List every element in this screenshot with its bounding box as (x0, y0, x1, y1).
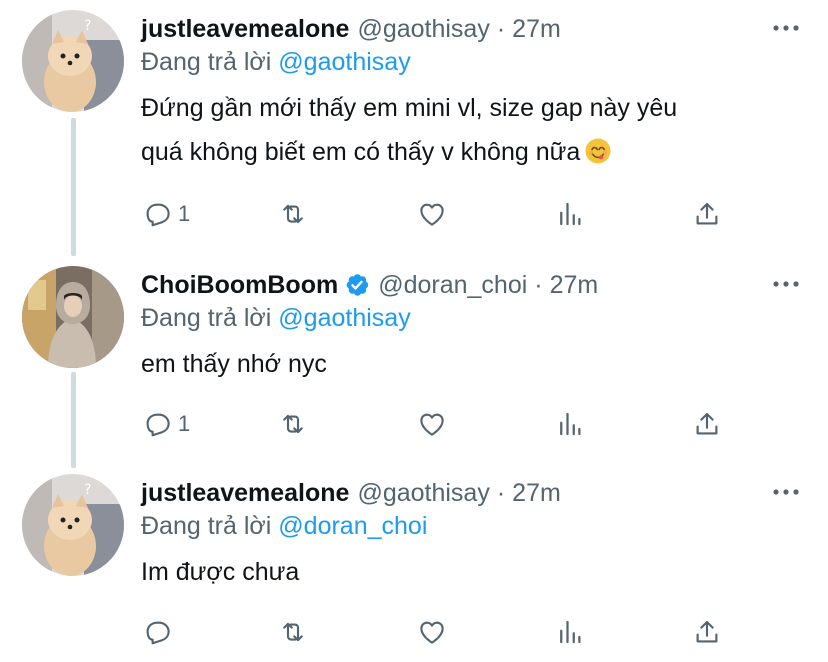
replying-prefix: Đang trả lời (141, 512, 272, 540)
more-options-button[interactable] (772, 478, 800, 506)
pomeranian-dog-avatar: ? (22, 474, 124, 576)
tweet-text-line: Im được chưa (141, 558, 300, 586)
replying-mention[interactable]: @doran_choi (278, 512, 427, 540)
replying-prefix: Đang trả lời (141, 48, 272, 76)
views-button[interactable] (555, 404, 585, 444)
retweet-button[interactable] (278, 612, 308, 652)
display-name[interactable]: justleavemealone (141, 479, 349, 508)
reply-button[interactable]: 1 (142, 404, 190, 444)
retweet-icon (278, 617, 308, 647)
heart-icon (417, 617, 447, 647)
share-upload-icon (692, 199, 722, 229)
svg-text:?: ? (84, 18, 91, 34)
user-handle[interactable]: @gaothisay (357, 15, 489, 44)
retweet-icon (278, 199, 308, 229)
share-button[interactable] (692, 194, 722, 234)
tweet-text-line: Đứng gần mới thấy em mini vl, size gap n… (141, 94, 678, 122)
pomeranian-dog-avatar: ? (22, 10, 124, 112)
separator-dot: · (496, 14, 506, 43)
retweet-button[interactable] (278, 194, 308, 234)
display-name[interactable]: ChoiBoomBoom (141, 271, 338, 300)
user-handle[interactable]: @gaothisay (357, 479, 489, 508)
share-upload-icon (692, 617, 722, 647)
tweet-text-line-2: quá không biết em có thấy v không nữa (141, 130, 791, 174)
reply-count: 1 (178, 411, 191, 436)
display-name[interactable]: justleavemealone (141, 15, 349, 44)
reply-bubble-icon (142, 199, 172, 229)
timestamp[interactable]: 27m (512, 479, 561, 508)
yum-face-emoji (585, 138, 611, 164)
heart-icon (417, 409, 447, 439)
replying-to: Đang trả lời @doran_choi (141, 512, 427, 541)
avatar[interactable]: ? (22, 10, 124, 112)
more-options-button[interactable] (772, 270, 800, 298)
tweet-text-line: quá không biết em có thấy v không nữa (141, 138, 581, 166)
tweet-text-line: em thấy nhớ nyc (141, 350, 327, 378)
views-bar-chart-icon (555, 409, 585, 439)
more-horizontal-icon (773, 489, 799, 495)
share-button[interactable] (692, 404, 722, 444)
tweet-header: justleavemealone @gaothisay · 27m (141, 12, 768, 46)
tweet-actions: 1 (0, 194, 828, 234)
replying-to: Đang trả lời @gaothisay (141, 48, 411, 77)
timestamp[interactable]: 27m (512, 15, 561, 44)
reply-count: 1 (178, 201, 191, 226)
svg-text:?: ? (84, 482, 91, 498)
tweet[interactable]: ChoiBoomBoom @doran_choi · 27m Đang trả … (0, 256, 828, 462)
timestamp[interactable]: 27m (550, 271, 599, 300)
views-button[interactable] (555, 194, 585, 234)
more-horizontal-icon (773, 25, 799, 31)
tweet-text: em thấy nhớ nyc (141, 342, 791, 386)
tweet-text: Im được chưa (141, 550, 791, 594)
tweet[interactable]: ? justleavemealone @gaothisay · 27m Đang… (0, 0, 828, 254)
reply-bubble-icon (142, 409, 172, 439)
views-bar-chart-icon (555, 617, 585, 647)
replying-prefix: Đang trả lời (141, 304, 272, 332)
share-upload-icon (692, 409, 722, 439)
avatar[interactable] (22, 266, 124, 368)
like-button[interactable] (417, 612, 447, 652)
tweet-header: justleavemealone @gaothisay · 27m (141, 476, 768, 510)
replying-mention[interactable]: @gaothisay (278, 304, 410, 332)
reply-bubble-icon (142, 617, 172, 647)
reply-button[interactable]: 1 (142, 194, 190, 234)
retweet-button[interactable] (278, 404, 308, 444)
heart-icon (417, 199, 447, 229)
like-button[interactable] (417, 194, 447, 234)
separator-dot: · (534, 270, 543, 299)
retweet-icon (278, 409, 308, 439)
tweet-actions: 1 (0, 404, 828, 444)
user-handle[interactable]: @doran_choi (378, 271, 527, 300)
tweet-actions (0, 612, 828, 652)
tweet-text: Đứng gần mới thấy em mini vl, size gap n… (141, 86, 791, 174)
more-horizontal-icon (773, 281, 799, 287)
share-button[interactable] (692, 612, 722, 652)
separator-dot: · (496, 478, 506, 507)
replying-to: Đang trả lời @gaothisay (141, 304, 411, 333)
tweet[interactable]: ? justleavemealone @gaothisay · 27m Đang… (0, 464, 828, 662)
views-bar-chart-icon (555, 199, 585, 229)
hooded-person-avatar (22, 266, 124, 368)
tweet-header: ChoiBoomBoom @doran_choi · 27m (141, 268, 768, 302)
like-button[interactable] (417, 404, 447, 444)
more-options-button[interactable] (772, 14, 800, 42)
views-button[interactable] (555, 612, 585, 652)
replying-mention[interactable]: @gaothisay (278, 48, 410, 76)
avatar[interactable]: ? (22, 474, 124, 576)
verified-badge-icon (346, 274, 369, 296)
reply-button[interactable] (142, 612, 178, 652)
